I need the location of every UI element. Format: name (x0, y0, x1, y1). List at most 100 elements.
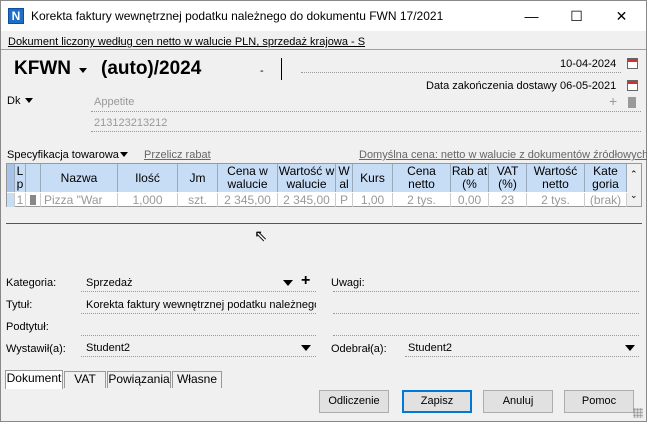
subtitle-underline (81, 335, 316, 336)
cell-rate[interactable]: 1,00 (353, 193, 393, 207)
help-button[interactable]: Pomoc (564, 390, 634, 413)
row-marker (7, 193, 15, 207)
issue-date-underline (301, 72, 621, 73)
issued-by-combo[interactable]: Student2 (86, 342, 130, 354)
recalc-discount-link[interactable]: Przelicz rabat (144, 149, 211, 161)
issued-by-dropdown-icon[interactable] (301, 345, 311, 351)
default-price-link[interactable]: Domyślna cena: netto w walucie z dokumen… (359, 149, 647, 161)
delivery-date-label: Data zakończenia dostawy (426, 80, 557, 92)
column-header-name[interactable]: Nazwa (41, 164, 118, 192)
party-nip-field[interactable]: 213123213212 (94, 117, 167, 129)
category-dropdown-icon[interactable] (283, 280, 293, 286)
cell-checkbox[interactable] (26, 193, 41, 207)
title-underline (81, 313, 316, 314)
party-nip-underline (91, 131, 641, 132)
cell-currency[interactable]: P (336, 193, 353, 207)
column-header-net-price[interactable]: Cena netto (393, 164, 451, 192)
column-header-checkbox[interactable] (26, 164, 41, 192)
tab-custom[interactable]: Własne (172, 371, 222, 388)
mouse-cursor-icon: ⇖ (254, 228, 268, 245)
subtitle-label: Podtytuł: (6, 321, 49, 333)
column-header-value-currency[interactable]: Wartość w walucie (278, 164, 336, 192)
text-cursor (281, 58, 282, 80)
add-category-icon[interactable]: + (301, 272, 310, 290)
column-header-lp[interactable]: L p (15, 164, 26, 192)
row-marker-header (7, 164, 15, 192)
document-number: (auto)/2024 (101, 58, 202, 79)
column-header-discount[interactable]: Rab at (% (451, 164, 489, 192)
column-header-category[interactable]: Kate goria (585, 164, 627, 192)
party-type-label[interactable]: Dk (7, 95, 20, 107)
issued-by-underline (81, 356, 316, 357)
issued-by-label: Wystawił(a): (6, 343, 66, 355)
received-by-underline (405, 356, 639, 357)
cell-lp[interactable]: 1 (15, 193, 26, 207)
table-scrollbar[interactable]: ⌃ ⌄ (627, 164, 641, 206)
scroll-up-icon[interactable]: ⌃ (630, 169, 638, 180)
column-header-vat[interactable]: VAT (%) (489, 164, 527, 192)
calendar-icon[interactable] (627, 80, 638, 91)
cell-net-price[interactable]: 2 tys. (393, 193, 451, 207)
category-label: Kategoria: (6, 277, 57, 289)
column-header-unit[interactable]: Jm (178, 164, 218, 192)
remarks-line (333, 335, 639, 336)
remarks-label: Uwagi: (331, 277, 365, 289)
cell-vat[interactable]: 23 (489, 193, 527, 207)
tab-document[interactable]: Dokument (5, 370, 63, 389)
cell-unit[interactable]: szt. (178, 193, 218, 207)
cell-price-currency[interactable]: 2 345,00 (218, 193, 278, 207)
divider (1, 49, 646, 50)
remarks-line (333, 291, 639, 292)
cell-name[interactable]: Pizza "War (41, 193, 118, 207)
delivery-date-field[interactable]: 06-05-2021 (560, 80, 616, 92)
tab-vat[interactable]: VAT (64, 371, 106, 388)
add-party-icon[interactable]: + (609, 93, 617, 109)
cell-quantity[interactable]: 1,000 (118, 193, 178, 207)
window-title: Korekta faktury wewnętrznej podatku nale… (31, 9, 444, 23)
offset-button[interactable]: Odliczenie (319, 390, 389, 413)
party-name-underline (91, 111, 641, 112)
cell-value-currency[interactable]: 2 345,00 (278, 193, 336, 207)
calendar-icon[interactable] (627, 58, 638, 69)
maximize-button[interactable]: ☐ (554, 1, 599, 31)
save-button[interactable]: Zapisz (402, 390, 472, 413)
title-bar: N Korekta faktury wewnętrznej podatku na… (1, 1, 646, 31)
column-header-net-value[interactable]: Wartość netto (527, 164, 585, 192)
cell-net-value[interactable]: 2 tys. (527, 193, 585, 207)
category-combo[interactable]: Sprzedaż (86, 277, 132, 289)
table-bottom-divider (6, 223, 642, 224)
column-header-currency[interactable]: W al (336, 164, 353, 192)
cell-category[interactable]: (brak) (585, 193, 627, 207)
spec-dropdown-icon[interactable] (120, 152, 128, 157)
close-button[interactable]: ✕ (599, 1, 644, 31)
received-by-dropdown-icon[interactable] (625, 345, 635, 351)
document-prefix[interactable]: KFWN (14, 58, 71, 80)
tab-relations[interactable]: Powiązania (107, 371, 171, 388)
column-header-price-currency[interactable]: Cena w walucie (218, 164, 278, 192)
party-name-field[interactable]: Appetite (94, 96, 134, 108)
document-dash: - (260, 65, 264, 77)
app-icon: N (8, 8, 24, 24)
goods-spec-label[interactable]: Specyfikacja towarowa (7, 149, 119, 161)
dialog-window: N Korekta faktury wewnętrznej podatku na… (0, 0, 647, 422)
cancel-button[interactable]: Anuluj (483, 390, 553, 413)
prefix-dropdown-icon[interactable] (79, 68, 87, 73)
title-field[interactable]: Korekta faktury wewnętrznej podatku nale… (86, 299, 316, 311)
title-label: Tytuł: (6, 299, 33, 311)
column-header-quantity[interactable]: Ilość (118, 164, 178, 192)
resize-grip-icon[interactable] (633, 408, 643, 418)
pricing-mode-link[interactable]: Dokument liczony według cen netto w walu… (8, 36, 365, 48)
minimize-button[interactable]: — (509, 1, 554, 31)
received-by-combo[interactable]: Student2 (408, 342, 452, 354)
scroll-down-icon[interactable]: ⌄ (630, 190, 638, 201)
issue-date-field[interactable]: 10-04-2024 (560, 58, 616, 70)
items-table: L p Nazwa Ilość Jm Cena w walucie Wartoś… (6, 163, 642, 207)
party-dropdown-icon[interactable] (25, 98, 33, 103)
cell-discount[interactable]: 0,00 (451, 193, 489, 207)
table-header: L p Nazwa Ilość Jm Cena w walucie Wartoś… (7, 164, 627, 192)
column-header-rate[interactable]: Kurs (353, 164, 393, 192)
document-prefix-label: KFWN (14, 58, 71, 79)
received-by-label: Odebrał(a): (331, 343, 387, 355)
remarks-line (333, 313, 639, 314)
party-details-icon[interactable] (628, 97, 636, 108)
